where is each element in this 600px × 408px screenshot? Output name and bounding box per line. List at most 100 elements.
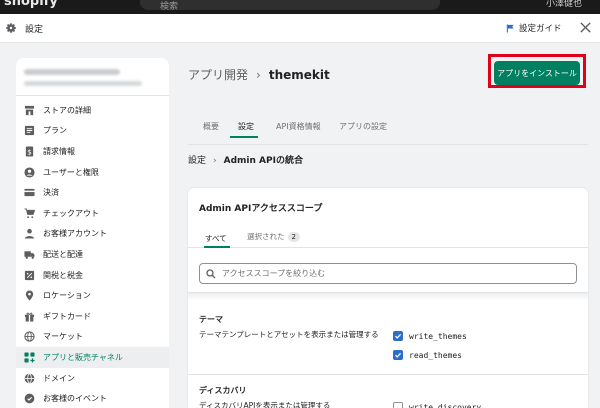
- sidebar-item-label: ギフトカード: [43, 311, 91, 321]
- sidebar-item-shipping[interactable]: 配送と配達: [16, 244, 169, 265]
- checkbox-checked[interactable]: [393, 350, 403, 360]
- event-icon: [24, 393, 35, 404]
- sidebar-item-label: ロケーション: [43, 291, 91, 301]
- tab-api-credentials[interactable]: API資格情報: [276, 121, 321, 132]
- scope-write-discovery[interactable]: write_discovery: [393, 402, 481, 408]
- sidebar-item-label: チェックアウト: [43, 208, 99, 218]
- scope-section-desc-themes: テーマテンプレートとアセットを表示または管理する: [199, 330, 379, 339]
- checkmark-icon: [395, 352, 402, 358]
- admin-top-bar: shopify 検索 小澤健也: [0, 0, 600, 14]
- user-name[interactable]: 小澤健也: [546, 0, 582, 9]
- setup-guide-label: 設定ガイド: [519, 24, 562, 34]
- sidebar-item-gift-cards[interactable]: ギフトカード: [16, 306, 169, 327]
- sidebar-item-label: 請求情報: [43, 146, 75, 156]
- checkmark-icon: [395, 333, 402, 339]
- sidebar-item-label: ユーザーと権限: [43, 167, 99, 177]
- sidebar-item-checkout[interactable]: チェックアウト: [16, 203, 169, 224]
- sidebar-item-label: ストアの詳細: [43, 105, 91, 115]
- sidebar-item-customer-accounts[interactable]: お客様アカウント: [16, 224, 169, 245]
- selected-count-badge: 2: [287, 231, 300, 242]
- global-search-input[interactable]: 検索: [140, 0, 440, 12]
- sidebar-item-taxes[interactable]: 関税と税金: [16, 265, 169, 286]
- store-info-card[interactable]: [16, 58, 169, 96]
- scope-search-input[interactable]: アクセススコープを絞り込む: [199, 263, 577, 284]
- global-search-placeholder: 検索: [160, 2, 179, 12]
- store-icon: [24, 105, 35, 115]
- settings-header: 設定 設定ガイド: [0, 14, 600, 43]
- store-url-redacted: [24, 81, 142, 86]
- scope-section-desc-discovery: ディスカバリAPIを表示または管理する: [199, 401, 331, 408]
- sidebar-item-customer-events[interactable]: お客様のイベント: [16, 388, 169, 408]
- breadcrumb-parent-link[interactable]: アプリ開発: [188, 68, 248, 82]
- tab-selected-label: 選択された: [247, 232, 285, 241]
- store-name-redacted: [24, 69, 120, 75]
- truck-icon: [24, 251, 35, 259]
- tab-app-settings[interactable]: アプリの設定: [339, 121, 387, 132]
- active-tab-indicator: [230, 136, 258, 138]
- sidebar-item-payments[interactable]: 決済: [16, 182, 169, 203]
- scroll-shadow: [188, 292, 588, 300]
- close-icon[interactable]: [579, 21, 592, 34]
- active-scope-tab-indicator: [204, 246, 230, 248]
- sidebar-item-label: 関税と税金: [43, 270, 83, 280]
- sidebar-item-apps[interactable]: アプリと販売チャネル: [16, 347, 169, 368]
- setup-guide-link[interactable]: 設定ガイド: [506, 22, 562, 34]
- scope-write-themes[interactable]: write_themes: [393, 331, 467, 341]
- scope-name: read_themes: [409, 350, 462, 360]
- tab-selected[interactable]: 選択された 2: [247, 231, 300, 242]
- scope-section-title-discovery: ディスカバリ: [199, 386, 247, 395]
- tax-icon: [24, 270, 35, 280]
- scope-search-placeholder: アクセススコープを絞り込む: [222, 269, 326, 278]
- section-divider: [188, 374, 588, 375]
- account-icon: [24, 229, 35, 239]
- payment-icon: [24, 189, 35, 197]
- sidebar-item-label: 配送と配達: [43, 249, 83, 259]
- user-icon: [24, 167, 35, 178]
- sidebar-item-plan[interactable]: プラン: [16, 121, 169, 142]
- scope-name: write_discovery: [409, 402, 482, 408]
- tab-settings[interactable]: 設定: [238, 121, 254, 132]
- sidebar-item-label: お客様のイベント: [43, 394, 107, 404]
- sidebar-item-label: 決済: [43, 188, 59, 198]
- sidebar-item-store-details[interactable]: ストアの詳細: [16, 100, 169, 121]
- page-title: 設定: [25, 25, 44, 35]
- gift-icon: [24, 312, 35, 322]
- billing-icon: $: [25, 146, 34, 157]
- plan-icon: [24, 126, 35, 136]
- location-icon: [25, 290, 34, 301]
- breadcrumb-current: themekit: [268, 68, 330, 82]
- flag-icon: [506, 23, 514, 33]
- domain-icon: [24, 373, 35, 384]
- checkbox-unchecked[interactable]: [393, 402, 403, 408]
- sidebar-item-locations[interactable]: ロケーション: [16, 285, 169, 306]
- access-scopes-card: Admin APIアクセススコープ すべて 選択された 2 アクセススコープを絞…: [188, 188, 588, 408]
- scope-name: write_themes: [409, 331, 467, 341]
- scope-section-title-themes: テーマ: [199, 315, 223, 324]
- sub-breadcrumb-current: Admin APIの統合: [223, 156, 303, 166]
- scope-read-themes[interactable]: read_themes: [393, 350, 462, 360]
- sidebar-item-label: アプリと販売チャネル: [43, 352, 123, 362]
- gear-icon: [6, 23, 16, 33]
- sidebar-item-label: ドメイン: [43, 373, 75, 383]
- sidebar-item-users[interactable]: ユーザーと権限: [16, 162, 169, 183]
- globe-icon: [24, 331, 35, 342]
- tab-overview[interactable]: 概要: [203, 121, 219, 132]
- settings-sidebar: ストアの詳細 プラン $ 請求情報 ユーザーと権限 決済 チェックアウト お客様…: [16, 58, 169, 408]
- sidebar-item-domains[interactable]: ドメイン: [16, 368, 169, 389]
- sidebar-item-label: マーケット: [43, 332, 83, 342]
- settings-nav: ストアの詳細 プラン $ 請求情報 ユーザーと権限 決済 チェックアウト お客様…: [16, 96, 169, 408]
- card-title: Admin APIアクセススコープ: [199, 204, 323, 214]
- apps-icon: [24, 352, 35, 363]
- sidebar-item-label: プラン: [43, 126, 67, 136]
- checkbox-checked[interactable]: [393, 331, 403, 341]
- highlight-annotation: [488, 54, 586, 88]
- sub-breadcrumb-parent-link[interactable]: 設定: [188, 156, 206, 166]
- sub-breadcrumb: 設定 › Admin APIの統合: [188, 153, 303, 166]
- sidebar-item-markets[interactable]: マーケット: [16, 327, 169, 348]
- tab-all[interactable]: すべて: [205, 233, 227, 244]
- chevron-right-icon: ›: [256, 68, 261, 82]
- search-icon: [206, 268, 216, 278]
- breadcrumb: アプリ開発 › themekit: [188, 66, 330, 83]
- svg-text:$: $: [27, 147, 32, 156]
- sidebar-item-billing[interactable]: $ 請求情報: [16, 141, 169, 162]
